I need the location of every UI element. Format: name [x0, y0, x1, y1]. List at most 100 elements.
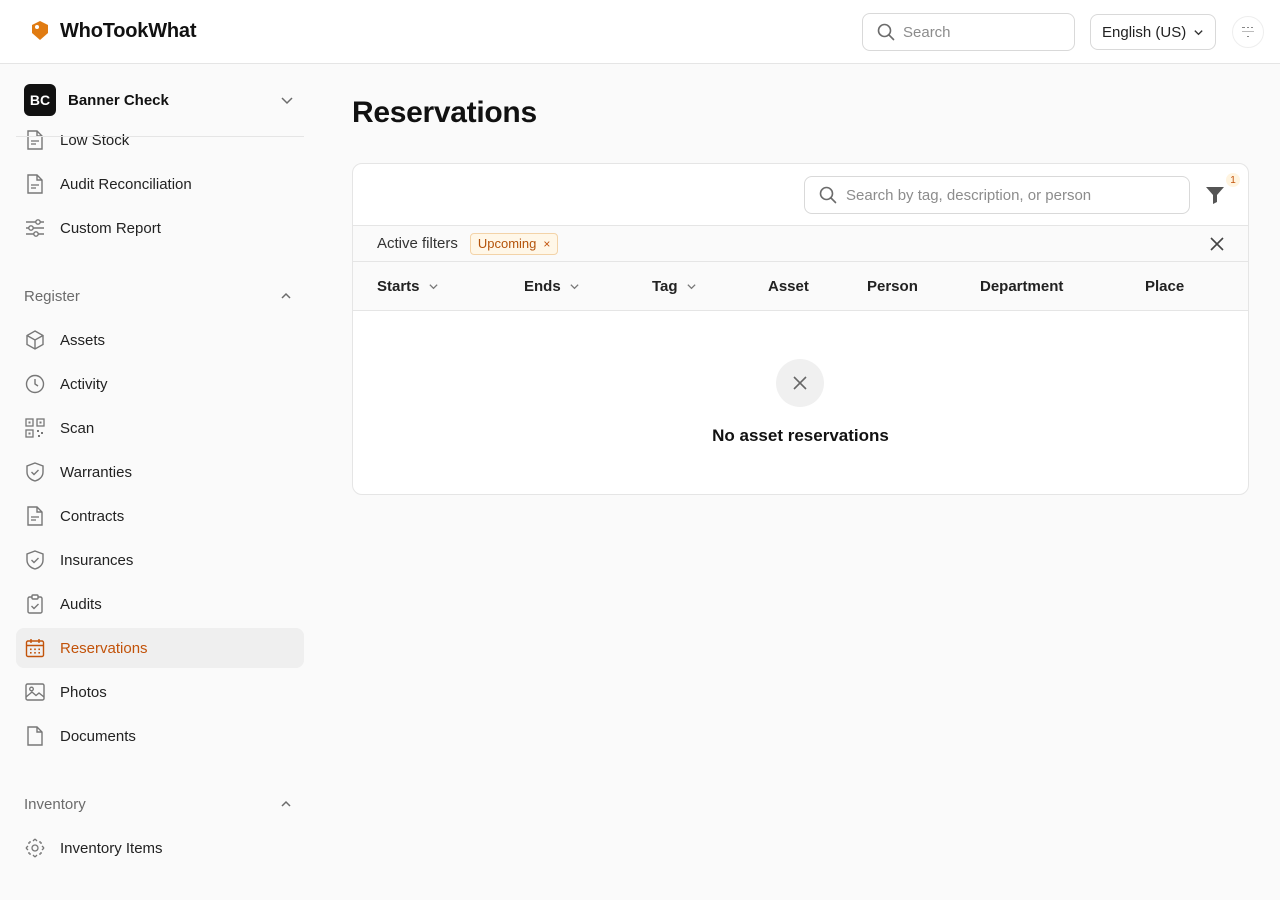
filter-chip-upcoming[interactable]: Upcoming ×	[469, 232, 559, 255]
document-icon	[24, 505, 46, 527]
org-avatar: BC	[24, 84, 56, 116]
shield-check-icon	[24, 461, 46, 483]
section-header-register[interactable]: Register	[24, 286, 294, 306]
sidebar-item-reservations[interactable]: Reservations	[16, 628, 304, 668]
sidebar-item-label: Contracts	[60, 507, 125, 525]
active-filters-label: Active filters	[377, 235, 458, 252]
qr-code-icon	[24, 417, 46, 439]
image-icon	[24, 681, 46, 703]
sidebar-item-label: Custom Report	[60, 219, 161, 237]
global-search[interactable]	[862, 13, 1075, 51]
user-avatar-button[interactable]	[1232, 16, 1264, 48]
scan-frame-icon	[24, 837, 46, 859]
column-header-tag[interactable]: Tag	[652, 262, 697, 310]
sidebar-item-low-stock[interactable]: Low Stock	[16, 120, 304, 160]
column-header-person: Person	[867, 262, 918, 310]
section-header-inventory[interactable]: Inventory	[24, 794, 294, 814]
column-header-starts[interactable]: Starts	[377, 262, 439, 310]
column-label: Ends	[524, 277, 561, 295]
column-label: Department	[980, 277, 1064, 295]
clipboard-check-icon	[24, 593, 46, 615]
sidebar-item-inventory-items[interactable]: Inventory Items	[16, 828, 304, 868]
sidebar-divider	[16, 136, 304, 137]
column-label: Person	[867, 277, 918, 295]
sidebar-item-label: Documents	[60, 727, 136, 745]
column-label: Asset	[768, 277, 809, 295]
remove-filter-icon[interactable]: ×	[543, 237, 550, 251]
language-select[interactable]: English (US)	[1090, 14, 1216, 50]
sidebar-item-label: Audits	[60, 595, 102, 613]
sort-chevron-icon	[428, 283, 438, 289]
tag-logo-icon	[32, 21, 48, 40]
page-title: Reservations	[352, 96, 537, 129]
shield-check-icon	[24, 549, 46, 571]
chevron-down-icon	[1194, 29, 1203, 35]
sidebar-item-label: Assets	[60, 331, 106, 349]
sidebar-item-custom-report[interactable]: Custom Report	[16, 208, 304, 248]
column-label: Tag	[652, 277, 678, 295]
sidebar-item-activity[interactable]: Activity	[16, 364, 304, 404]
sidebar-item-label: Insurances	[60, 551, 134, 569]
column-header-asset: Asset	[768, 262, 809, 310]
global-search-input[interactable]	[903, 23, 1053, 41]
org-name: Banner Check	[68, 91, 169, 109]
sidebar: BC Banner Check Low Stock Audit Reconcil…	[0, 65, 320, 900]
chevron-up-icon	[281, 800, 291, 807]
sidebar-item-label: Scan	[60, 419, 95, 437]
calendar-icon	[24, 637, 46, 659]
table-search[interactable]	[804, 176, 1190, 214]
sliders-icon	[24, 217, 46, 239]
search-icon	[819, 186, 837, 204]
document-icon	[24, 173, 46, 195]
cube-icon	[24, 329, 46, 351]
sort-chevron-icon	[570, 283, 579, 289]
language-value: English (US)	[1102, 23, 1187, 41]
column-label: Starts	[377, 277, 420, 295]
sidebar-item-label: Low Stock	[60, 131, 130, 149]
sidebar-item-label: Photos	[60, 683, 107, 701]
sidebar-item-photos[interactable]: Photos	[16, 672, 304, 712]
sidebar-item-label: Activity	[60, 375, 108, 393]
sidebar-item-warranties[interactable]: Warranties	[16, 452, 304, 492]
sidebar-item-scan[interactable]: Scan	[16, 408, 304, 448]
sidebar-item-label: Inventory Items	[60, 839, 163, 857]
app-name: WhoTookWhat	[60, 19, 197, 42]
column-header-place: Place	[1145, 262, 1184, 310]
sidebar-item-label: Audit Reconciliation	[60, 175, 192, 193]
filter-count-badge: 1	[1226, 173, 1240, 187]
sidebar-item-insurances[interactable]: Insurances	[16, 540, 304, 580]
column-header-department: Department	[980, 262, 1063, 310]
document-icon	[24, 129, 46, 151]
table-search-input[interactable]	[846, 186, 1176, 204]
org-switcher[interactable]: BC Banner Check	[24, 84, 304, 116]
sidebar-item-contracts[interactable]: Contracts	[16, 496, 304, 536]
sidebar-item-documents[interactable]: Documents	[16, 716, 304, 756]
avatar-icon	[1242, 27, 1254, 37]
brand-logo[interactable]: WhoTookWhat	[29, 19, 196, 43]
sidebar-item-audits[interactable]: Audits	[16, 584, 304, 624]
column-label: Place	[1145, 277, 1185, 295]
file-icon	[24, 725, 46, 747]
active-filters-bar: Active filters Upcoming ×	[353, 225, 1248, 262]
sidebar-item-label: Warranties	[60, 463, 132, 481]
column-header-ends[interactable]: Ends	[524, 262, 580, 310]
empty-state-message: No asset reservations	[712, 426, 889, 445]
sort-chevron-icon	[686, 283, 696, 289]
search-icon	[877, 23, 895, 41]
clear-filters-icon[interactable]	[1210, 237, 1224, 251]
sidebar-item-assets[interactable]: Assets	[16, 320, 304, 360]
clock-icon	[24, 373, 46, 395]
section-title: Register	[24, 287, 80, 305]
empty-state-icon	[776, 359, 824, 407]
close-icon	[793, 376, 807, 390]
filter-chip-label: Upcoming	[477, 236, 537, 251]
chevron-down-icon	[281, 97, 293, 105]
reservations-table-card: 1 Active filters Upcoming × Starts Ends …	[352, 163, 1249, 495]
top-bar: WhoTookWhat English (US)	[0, 0, 1280, 64]
filter-icon[interactable]	[1205, 185, 1225, 205]
table-header: Starts Ends Tag Asset Person Department …	[353, 262, 1248, 311]
chevron-up-icon	[281, 292, 291, 299]
section-title: Inventory	[24, 795, 86, 813]
sidebar-item-label: Reservations	[60, 639, 148, 657]
sidebar-item-audit-reconciliation[interactable]: Audit Reconciliation	[16, 164, 304, 204]
